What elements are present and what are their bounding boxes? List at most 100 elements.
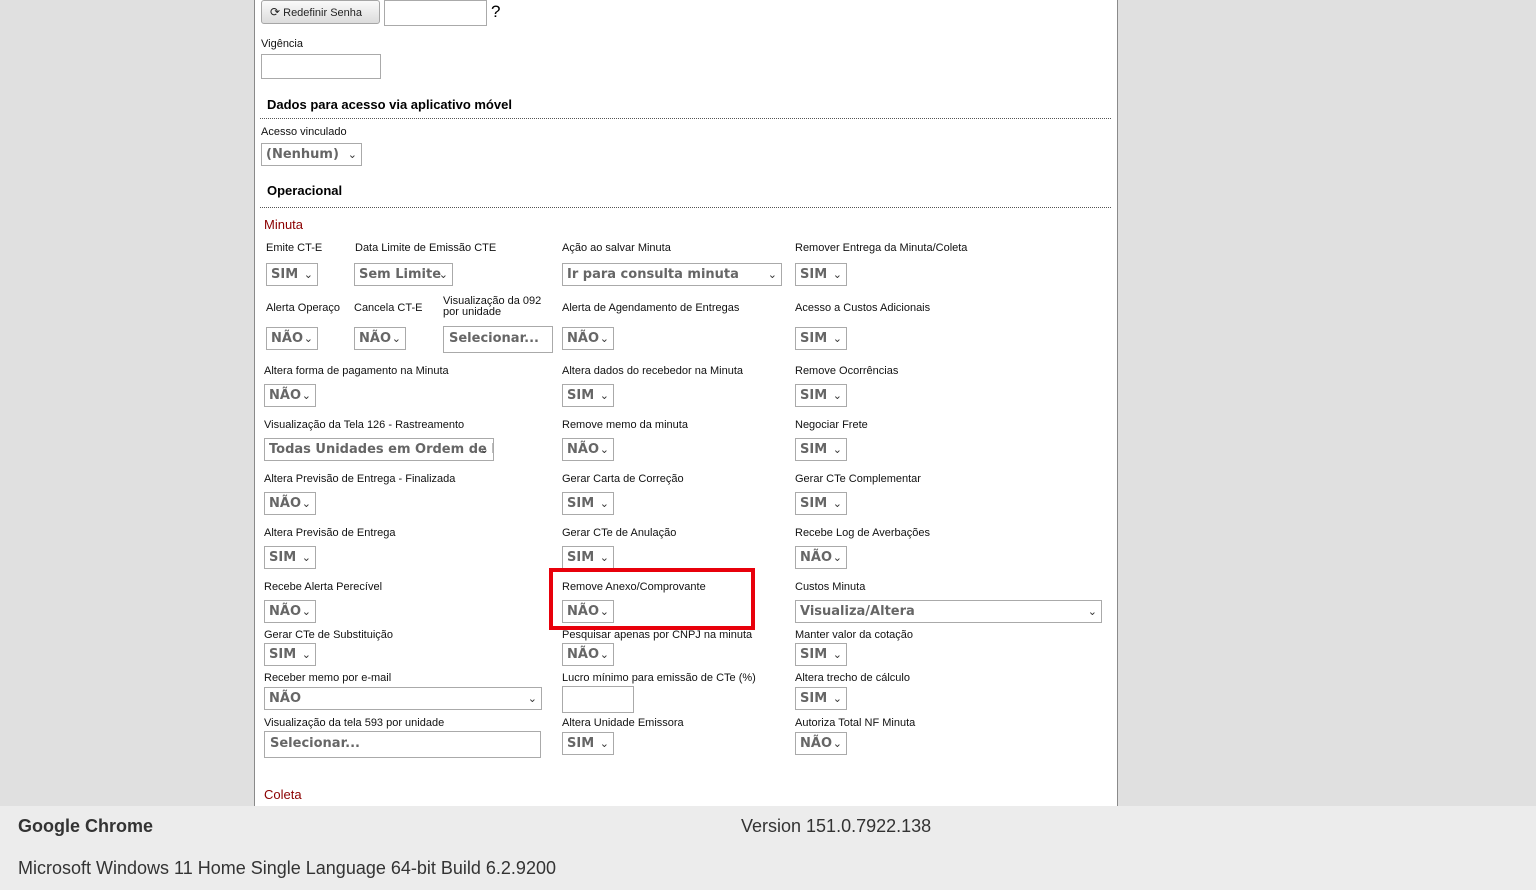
password-field[interactable] bbox=[384, 0, 487, 26]
altera-previsao-finalizada-select[interactable]: NÃO ⌄ bbox=[264, 492, 316, 515]
receber-memo-email-label: Receber memo por e-mail bbox=[264, 672, 392, 684]
reset-password-button[interactable]: ⟳ Redefinir Senha bbox=[261, 0, 380, 24]
chevron-down-icon: ⌄ bbox=[599, 443, 609, 456]
gerar-cte-substituicao-select[interactable]: SIM ⌄ bbox=[264, 643, 316, 666]
altera-trecho-label: Altera trecho de cálculo bbox=[795, 672, 910, 684]
acesso-custos-label: Acesso a Custos Adicionais bbox=[795, 302, 931, 314]
chevron-down-icon: ⌄ bbox=[527, 692, 537, 705]
alerta-agendamento-select[interactable]: NÃO ⌄ bbox=[562, 327, 614, 350]
gerar-cte-complementar-label: Gerar CTe Complementar bbox=[795, 473, 921, 485]
gerar-cte-complementar-select[interactable]: SIM ⌄ bbox=[795, 492, 847, 515]
emite-cte-label: Emite CT-E bbox=[266, 242, 323, 254]
altera-unidade-select[interactable]: SIM ⌄ bbox=[562, 732, 614, 755]
chevron-down-icon: ⌄ bbox=[301, 648, 311, 661]
alerta-operaco-label: Alerta Operaço bbox=[266, 302, 340, 314]
visualizacao-126-value: Todas Unidades em Ordem de Emissão bbox=[269, 442, 493, 457]
os-info: Microsoft Windows 11 Home Single Languag… bbox=[18, 858, 556, 878]
acao-salvar-value: Ir para consulta minuta bbox=[567, 267, 739, 282]
altera-unidade-label: Altera Unidade Emissora bbox=[562, 717, 684, 729]
chevron-down-icon: ⌄ bbox=[832, 332, 842, 345]
chevron-down-icon: ⌄ bbox=[832, 497, 842, 510]
chevron-down-icon: ⌄ bbox=[832, 737, 842, 750]
chevron-down-icon: ⌄ bbox=[301, 497, 311, 510]
remove-ocorrencias-select[interactable]: SIM ⌄ bbox=[795, 384, 847, 407]
divider bbox=[260, 207, 1111, 208]
altera-trecho-select[interactable]: SIM ⌄ bbox=[795, 687, 847, 710]
remove-memo-select[interactable]: NÃO ⌄ bbox=[562, 438, 614, 461]
data-limite-select[interactable]: Sem Limite ⌄ bbox=[354, 263, 453, 286]
linked-access-value: (Nenhum) bbox=[266, 147, 339, 162]
data-limite-label: Data Limite de Emissão CTE bbox=[355, 242, 497, 254]
minuta-subtitle: Minuta bbox=[264, 217, 304, 232]
visualizacao-593-input[interactable]: Selecionar... bbox=[264, 731, 541, 758]
lucro-minimo-input[interactable] bbox=[562, 686, 634, 713]
chevron-down-icon: ⌄ bbox=[1087, 605, 1097, 618]
divider bbox=[260, 118, 1111, 119]
negociar-frete-label: Negociar Frete bbox=[795, 419, 868, 431]
chevron-down-icon: ⌄ bbox=[347, 148, 357, 161]
altera-dados-recebedor-select[interactable]: SIM ⌄ bbox=[562, 384, 614, 407]
remove-ocorrencias-label: Remove Ocorrências bbox=[795, 365, 899, 377]
operational-section-title: Operacional bbox=[267, 183, 343, 198]
chevron-down-icon: ⌄ bbox=[479, 443, 489, 456]
cancela-cte-label: Cancela CT-E bbox=[354, 302, 423, 314]
chevron-down-icon: ⌄ bbox=[303, 332, 313, 345]
manter-valor-select[interactable]: SIM ⌄ bbox=[795, 643, 847, 666]
altera-previsao-label: Altera Previsão de Entrega bbox=[264, 527, 396, 539]
custos-minuta-select[interactable]: Visualiza/Altera ⌄ bbox=[795, 600, 1102, 623]
cancela-cte-select[interactable]: NÃO ⌄ bbox=[354, 327, 406, 350]
chevron-down-icon: ⌄ bbox=[599, 497, 609, 510]
custos-minuta-value: Visualiza/Altera bbox=[800, 604, 915, 619]
browser-name: Google Chrome bbox=[18, 816, 154, 836]
visualizacao-126-select[interactable]: Todas Unidades em Ordem de Emissão⌄ bbox=[264, 438, 494, 461]
gerar-cte-anulacao-label: Gerar CTe de Anulação bbox=[562, 527, 677, 539]
gerar-carta-label: Gerar Carta de Correção bbox=[562, 473, 684, 485]
recebe-alerta-label: Recebe Alerta Perecível bbox=[264, 581, 383, 593]
altera-previsao-select[interactable]: SIM ⌄ bbox=[264, 546, 316, 569]
recebe-alerta-select[interactable]: NÃO ⌄ bbox=[264, 600, 316, 623]
acesso-custos-select[interactable]: SIM ⌄ bbox=[795, 327, 847, 350]
chevron-down-icon: ⌄ bbox=[599, 648, 609, 661]
chevron-down-icon: ⌄ bbox=[599, 737, 609, 750]
remover-entrega-select[interactable]: SIM ⌄ bbox=[795, 263, 847, 286]
visualizacao-092-input[interactable]: Selecionar... bbox=[443, 326, 553, 353]
chevron-down-icon: ⌄ bbox=[832, 551, 842, 564]
alerta-operaco-select[interactable]: NÃO ⌄ bbox=[266, 327, 318, 350]
negociar-frete-select[interactable]: SIM ⌄ bbox=[795, 438, 847, 461]
about-footer: Google Chrome Version 151.0.7922.138 Mic… bbox=[0, 806, 1536, 890]
autoriza-total-select[interactable]: NÃO ⌄ bbox=[795, 732, 847, 755]
recebe-log-select[interactable]: NÃO ⌄ bbox=[795, 546, 847, 569]
chevron-down-icon: ⌄ bbox=[301, 389, 311, 402]
chevron-down-icon: ⌄ bbox=[301, 551, 311, 564]
recebe-log-label: Recebe Log de Averbações bbox=[795, 527, 930, 539]
receber-memo-email-select[interactable]: NÃO ⌄ bbox=[264, 687, 542, 710]
visualizacao-126-label: Visualização da Tela 126 - Rastreamento bbox=[264, 419, 465, 431]
remove-memo-label: Remove memo da minuta bbox=[562, 419, 688, 431]
autoriza-total-label: Autoriza Total NF Minuta bbox=[795, 717, 916, 729]
gerar-carta-select[interactable]: SIM ⌄ bbox=[562, 492, 614, 515]
highlight-box bbox=[549, 568, 755, 630]
remover-entrega-label: Remover Entrega da Minuta/Coleta bbox=[795, 242, 968, 254]
chevron-down-icon: ⌄ bbox=[599, 389, 609, 402]
help-question-mark[interactable]: ? bbox=[491, 2, 500, 22]
altera-forma-pagamento-select[interactable]: NÃO ⌄ bbox=[264, 384, 316, 407]
reset-password-label: Redefinir Senha bbox=[283, 7, 363, 19]
pesquisar-cnpj-select[interactable]: NÃO ⌄ bbox=[562, 643, 614, 666]
acao-salvar-select[interactable]: Ir para consulta minuta ⌄ bbox=[562, 263, 782, 286]
mobile-section-title: Dados para acesso via aplicativo móvel bbox=[267, 97, 512, 112]
chevron-down-icon: ⌄ bbox=[301, 605, 311, 618]
gerar-cte-anulacao-select[interactable]: SIM ⌄ bbox=[562, 546, 614, 569]
emite-cte-select[interactable]: SIM ⌄ bbox=[266, 263, 318, 286]
chevron-down-icon: ⌄ bbox=[832, 268, 842, 281]
user-form-panel: ⟳ Redefinir Senha ? Vigência Dados para … bbox=[254, 0, 1118, 806]
chevron-down-icon: ⌄ bbox=[832, 389, 842, 402]
chevron-down-icon: ⌄ bbox=[832, 443, 842, 456]
linked-access-select[interactable]: (Nenhum) ⌄ bbox=[261, 143, 362, 166]
pesquisar-cnpj-label: Pesquisar apenas por CNPJ na minuta bbox=[562, 629, 753, 641]
chevron-down-icon: ⌄ bbox=[438, 268, 448, 281]
chevron-down-icon: ⌄ bbox=[832, 692, 842, 705]
lucro-minimo-label: Lucro mínimo para emissão de CTe (%) bbox=[562, 672, 756, 684]
chevron-down-icon: ⌄ bbox=[599, 332, 609, 345]
browser-version: Version 151.0.7922.138 bbox=[741, 816, 932, 836]
vigencia-input[interactable] bbox=[261, 54, 381, 79]
